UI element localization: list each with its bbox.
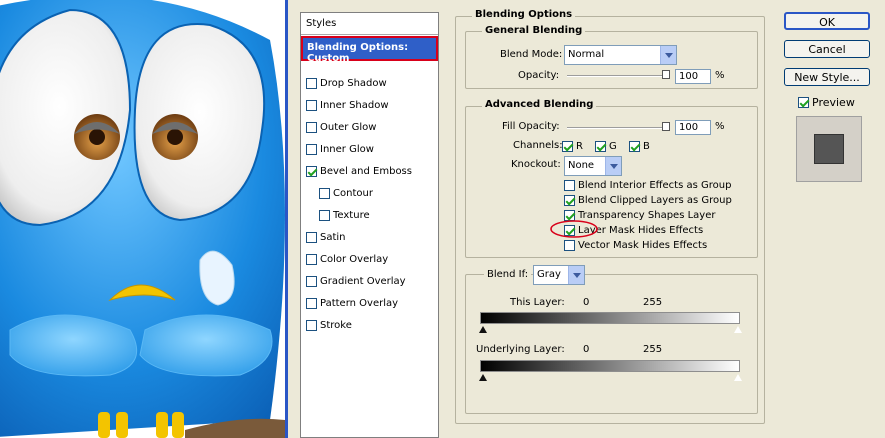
general-blending-title: General Blending — [482, 25, 586, 36]
style-item-inner-shadow[interactable]: Inner Shadow — [306, 97, 389, 113]
style-item-pattern-overlay[interactable]: Pattern Overlay — [306, 295, 398, 311]
blend-if-select[interactable]: Gray — [533, 265, 585, 285]
underlying-layer-max: 255 — [643, 344, 663, 355]
channel-r-checkbox[interactable] — [562, 140, 573, 152]
underlying-layer-min: 0 — [583, 344, 590, 355]
blending-options-title: Blending Options — [472, 9, 576, 20]
chevron-down-icon[interactable] — [605, 157, 621, 175]
new-style-button[interactable]: New Style... — [784, 68, 870, 86]
style-item-inner-glow[interactable]: Inner Glow — [306, 141, 374, 157]
layer-style-dialog: Styles Blending Options: Custom Drop Sha… — [285, 0, 885, 438]
this-layer-max: 255 — [643, 297, 663, 308]
vector-mask-hides-checkbox[interactable] — [564, 239, 575, 251]
styles-list: Styles Blending Options: Custom Drop Sha… — [300, 12, 439, 438]
fill-opacity-unit: % — [715, 121, 725, 132]
preview-swatch — [796, 116, 862, 182]
texture-checkbox[interactable] — [319, 209, 330, 221]
style-item-bevel-emboss[interactable]: Bevel and Emboss — [306, 163, 412, 179]
blend-mode-label: Blend Mode: — [500, 49, 563, 60]
outer-glow-checkbox[interactable] — [306, 121, 317, 133]
opacity-label: Opacity: — [518, 70, 560, 81]
this-layer-label: This Layer: — [510, 297, 565, 308]
style-item-contour[interactable]: Contour — [319, 185, 373, 201]
blend-clipped-option[interactable]: Blend Clipped Layers as Group — [564, 192, 732, 208]
blending-options-item[interactable]: Blending Options: Custom — [301, 36, 438, 64]
opacity-slider[interactable] — [567, 75, 667, 77]
blend-interior-option[interactable]: Blend Interior Effects as Group — [564, 177, 731, 193]
channel-g[interactable]: G — [595, 138, 617, 154]
preview-checkbox[interactable] — [798, 96, 809, 108]
color-overlay-checkbox[interactable] — [306, 253, 317, 265]
style-item-gradient-overlay[interactable]: Gradient Overlay — [306, 273, 406, 289]
underlying-white-slider[interactable] — [733, 373, 743, 382]
this-layer-white-slider[interactable] — [733, 325, 743, 334]
fill-opacity-label: Fill Opacity: — [502, 121, 560, 132]
knockout-select[interactable]: None — [564, 156, 622, 176]
fill-opacity-input[interactable]: 100 — [675, 120, 711, 135]
contour-checkbox[interactable] — [319, 187, 330, 199]
bevel-emboss-checkbox[interactable] — [306, 165, 317, 177]
channels-label: Channels: — [513, 140, 563, 151]
advanced-blending-title: Advanced Blending — [482, 99, 597, 110]
satin-checkbox[interactable] — [306, 231, 317, 243]
this-layer-gradient[interactable] — [480, 312, 740, 324]
gradient-overlay-checkbox[interactable] — [306, 275, 317, 287]
channel-b-checkbox[interactable] — [629, 140, 640, 152]
underlying-layer-gradient[interactable] — [480, 360, 740, 372]
style-item-drop-shadow[interactable]: Drop Shadow — [306, 75, 387, 91]
drop-shadow-checkbox[interactable] — [306, 77, 317, 89]
style-item-stroke[interactable]: Stroke — [306, 317, 352, 333]
this-layer-min: 0 — [583, 297, 590, 308]
knockout-label: Knockout: — [511, 159, 561, 170]
style-item-texture[interactable]: Texture — [319, 207, 370, 223]
style-item-color-overlay[interactable]: Color Overlay — [306, 251, 388, 267]
opacity-input[interactable]: 100 — [675, 69, 711, 84]
blend-if-label: Blend If: — [484, 269, 532, 280]
inner-shadow-checkbox[interactable] — [306, 99, 317, 111]
underlying-layer-label: Underlying Layer: — [476, 344, 565, 355]
style-item-outer-glow[interactable]: Outer Glow — [306, 119, 376, 135]
chevron-down-icon[interactable] — [568, 266, 584, 284]
channel-r[interactable]: R — [562, 138, 583, 154]
ok-button[interactable]: OK — [784, 12, 870, 30]
blend-interior-checkbox[interactable] — [564, 179, 575, 191]
styles-header[interactable]: Styles — [301, 13, 438, 35]
stroke-checkbox[interactable] — [306, 319, 317, 331]
cancel-button[interactable]: Cancel — [784, 40, 870, 58]
preview-option[interactable]: Preview — [798, 94, 855, 110]
pattern-overlay-checkbox[interactable] — [306, 297, 317, 309]
blend-mode-select[interactable]: Normal — [564, 45, 677, 65]
highlight-ellipse — [550, 220, 598, 238]
opacity-unit: % — [715, 70, 725, 81]
style-item-satin[interactable]: Satin — [306, 229, 346, 245]
chevron-down-icon[interactable] — [660, 46, 676, 64]
artwork-canvas — [0, 0, 285, 438]
blend-clipped-checkbox[interactable] — [564, 194, 575, 206]
this-layer-black-slider[interactable] — [479, 326, 487, 333]
channel-b[interactable]: B — [629, 138, 650, 154]
fill-opacity-slider[interactable] — [567, 127, 667, 129]
inner-glow-checkbox[interactable] — [306, 143, 317, 155]
channel-g-checkbox[interactable] — [595, 140, 606, 152]
opacity-slider-thumb[interactable] — [662, 70, 670, 79]
bird-illustration — [0, 0, 285, 438]
fill-opacity-slider-thumb[interactable] — [662, 122, 670, 131]
underlying-black-slider[interactable] — [479, 374, 487, 381]
preview-square — [814, 134, 844, 164]
